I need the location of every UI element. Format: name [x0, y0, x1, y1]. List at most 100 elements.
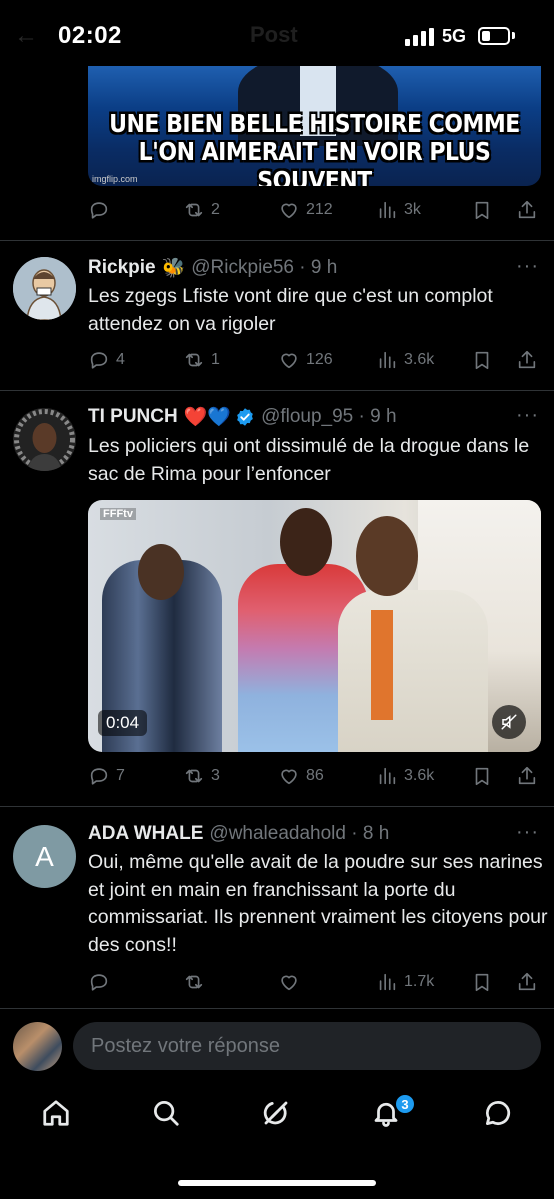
handle-and-time[interactable]: @Rickpie56 · 9 h [191, 257, 337, 279]
bookmark-button[interactable] [471, 195, 493, 225]
bookmark-icon [475, 767, 489, 786]
search-icon [154, 1101, 179, 1126]
nav-grok[interactable] [258, 1095, 294, 1131]
tweet-text: Oui, même qu'elle avait de la poudre sur… [88, 851, 548, 956]
verified-icon [237, 408, 253, 426]
share-button[interactable] [516, 967, 538, 997]
like-icon [281, 353, 297, 369]
display-name[interactable]: ADA WHALE [88, 823, 203, 845]
mute-icon [501, 714, 517, 730]
tweet-image[interactable]: UNE BIEN BELLE HISTOIRE COMME L'ON AIMER… [88, 66, 541, 186]
display-name[interactable]: TI PUNCH [88, 406, 178, 428]
signal-icon [405, 28, 434, 46]
network-label: 5G [442, 26, 467, 46]
share-icon [518, 350, 536, 369]
share-button[interactable] [516, 345, 538, 375]
handle-and-time[interactable]: @whaleadahold · 8 h [209, 823, 389, 845]
share-button[interactable] [516, 761, 538, 791]
like-count: 212 [306, 201, 333, 218]
video-person-head [356, 516, 418, 596]
views-count: 3k [404, 201, 421, 218]
video-person-head [138, 544, 184, 600]
video-person-head [280, 508, 332, 576]
views-button[interactable]: 3.6k [376, 345, 434, 375]
more-icon[interactable]: ··· [516, 404, 539, 427]
bookmark-button[interactable] [471, 761, 493, 791]
repost-button[interactable]: 2 [183, 195, 220, 225]
notification-badge: 3 [394, 1093, 416, 1115]
tweet-actions: 7 3 86 3.6k [88, 761, 540, 791]
avatar[interactable] [13, 257, 76, 320]
bookmark-icon [475, 351, 489, 370]
more-icon[interactable]: ··· [516, 821, 539, 844]
repost-icon [185, 203, 203, 217]
views-button[interactable]: 3.6k [376, 761, 434, 791]
views-button[interactable]: 1.7k [376, 967, 434, 997]
grok-icon [263, 1101, 288, 1125]
like-button[interactable]: 212 [278, 195, 333, 225]
tweet-video[interactable]: FFFtv 0:04 [88, 500, 541, 752]
more-icon[interactable]: ··· [516, 255, 539, 278]
reply-count: 4 [116, 351, 125, 368]
image-caption-line: L'ON AIMERAIT EN VOIR PLUS SOUVENT [138, 138, 491, 186]
back-arrow-icon[interactable]: ← [14, 22, 38, 50]
handle-and-time[interactable]: @floup_95 · 9 h [261, 406, 397, 428]
like-button[interactable]: 126 [278, 345, 333, 375]
bookmark-icon [475, 201, 489, 220]
repost-button[interactable] [183, 967, 211, 997]
reply-button[interactable]: 7 [88, 761, 125, 791]
reply-button[interactable] [88, 195, 116, 225]
like-button[interactable]: 86 [278, 761, 324, 791]
video-channel-logo: FFFtv [100, 508, 136, 520]
views-count: 3.6k [404, 767, 435, 784]
tweet-actions: 1.7k [88, 967, 540, 997]
views-button[interactable]: 3k [376, 195, 421, 225]
reply-button[interactable]: 4 [88, 345, 125, 375]
name-emoji: ❤️💙 [183, 407, 232, 428]
tweet-header: ADA WHALE @whaleadahold · 8 h [88, 821, 389, 847]
share-icon [518, 766, 536, 785]
divider [0, 1008, 554, 1009]
share-icon [518, 200, 536, 219]
reply-icon [90, 352, 108, 369]
avatar[interactable]: A [13, 825, 76, 888]
bookmark-icon [475, 973, 489, 992]
avatar-illustration [13, 257, 76, 320]
my-avatar[interactable] [13, 1022, 62, 1071]
bookmark-button[interactable] [471, 345, 493, 375]
status-bar: ← Post 02:02 5G [0, 0, 554, 66]
like-icon [281, 769, 297, 785]
nav-messages[interactable] [480, 1095, 516, 1131]
battery-tip [512, 32, 515, 39]
repost-button[interactable]: 1 [183, 345, 220, 375]
repost-count: 2 [211, 201, 220, 218]
share-button[interactable] [516, 195, 538, 225]
messages-icon [486, 1100, 511, 1125]
battery-icon [478, 27, 510, 45]
repost-count: 3 [211, 767, 220, 784]
display-name[interactable]: Rickpie [88, 257, 156, 279]
reply-icon [90, 974, 108, 991]
divider [0, 240, 554, 241]
image-watermark: imgflip.com [92, 174, 138, 184]
nav-home[interactable] [38, 1095, 74, 1131]
home-icon [43, 1100, 69, 1126]
views-icon [379, 201, 396, 219]
home-indicator [178, 1180, 376, 1186]
share-icon [518, 972, 536, 991]
tweet-actions: 2 212 3k [88, 195, 540, 225]
reply-button[interactable] [88, 967, 116, 997]
mute-button[interactable] [492, 705, 526, 739]
reply-input[interactable] [73, 1022, 541, 1070]
like-button[interactable] [278, 967, 306, 997]
like-icon [281, 975, 297, 991]
repost-count: 1 [211, 351, 220, 368]
views-icon [379, 973, 396, 991]
repost-icon [185, 769, 203, 783]
bookmark-button[interactable] [471, 967, 493, 997]
repost-button[interactable]: 3 [183, 761, 220, 791]
avatar[interactable] [13, 408, 76, 471]
reply-icon [90, 768, 108, 785]
nav-search[interactable] [148, 1095, 184, 1131]
views-count: 3.6k [404, 351, 435, 368]
